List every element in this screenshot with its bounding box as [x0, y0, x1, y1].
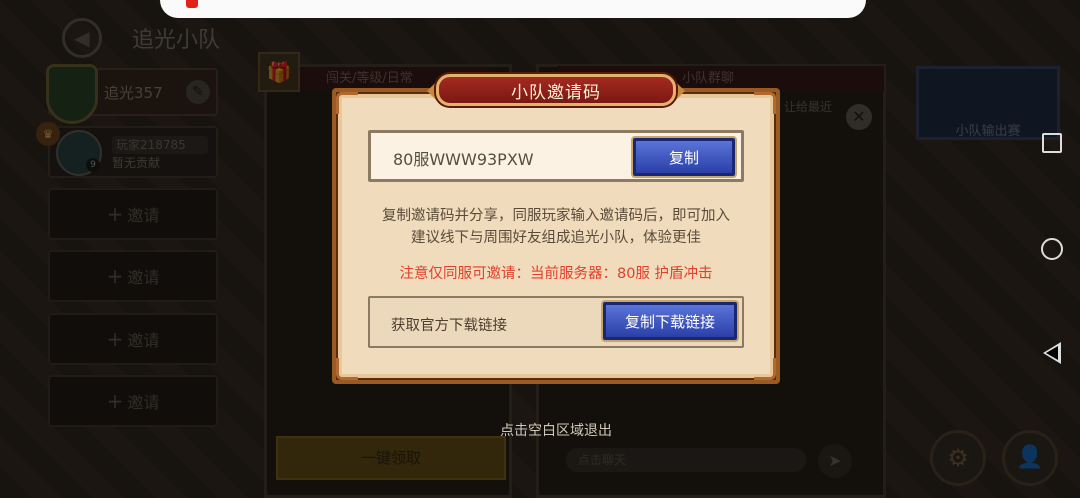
back-button[interactable]: ◀ — [62, 18, 102, 58]
team-name: 追光357 — [104, 84, 163, 102]
member-name: 玩家218785 — [112, 136, 208, 154]
invite-code: 80服WWW93PXW — [393, 150, 534, 169]
invite-slot[interactable]: + 邀请 — [48, 313, 218, 365]
gear-icon[interactable]: ⚙ — [930, 430, 986, 486]
add-friend-icon[interactable]: 👤 — [1002, 430, 1058, 486]
back-arrow-icon: ◀ — [74, 26, 90, 50]
description-line: 复制邀请码并分享，同服玩家输入邀请码后，即可加入 — [382, 208, 730, 224]
chat-notice: 让给最近 — [784, 100, 833, 114]
send-icon[interactable]: ➤ — [818, 444, 852, 478]
notification-app-icon — [186, 0, 198, 8]
corner-ornament — [336, 358, 358, 380]
description-line: 建议线下与周围好友组成追光小队，体验更佳 — [411, 230, 701, 246]
boss-label: 小队输出赛 — [955, 124, 1021, 139]
claim-all-button[interactable]: 一键领取 — [276, 436, 506, 480]
invite-slot[interactable]: + 邀请 — [48, 375, 218, 427]
notification-banner[interactable] — [160, 0, 866, 18]
recents-icon[interactable] — [1042, 133, 1062, 153]
captain-badge-icon: ♛ — [36, 122, 60, 146]
home-icon[interactable] — [1041, 238, 1063, 260]
corner-ornament — [754, 92, 776, 114]
download-link-label: 获取官方下载链接 — [391, 318, 507, 334]
page-title: 追光小队 — [132, 28, 221, 53]
copy-download-link-button[interactable]: 复制下载链接 — [603, 302, 737, 340]
exit-hint: 点击空白区域退出 — [500, 423, 612, 439]
plus-icon: + — [106, 264, 124, 288]
corner-ornament — [336, 92, 358, 114]
back-nav-icon[interactable] — [1043, 342, 1061, 364]
plus-icon: + — [106, 202, 124, 226]
invite-slot[interactable]: + 邀请 — [48, 250, 218, 302]
edit-icon[interactable]: ✎ — [186, 80, 210, 104]
dialog-title: 小队邀请码 — [511, 82, 601, 103]
server-warning: 注意仅同服可邀请：当前服务器：80服 护盾冲击 — [399, 266, 713, 282]
plus-icon: + — [106, 327, 124, 351]
chat-input[interactable]: 点击聊天 — [566, 448, 806, 472]
member-contribution: 暂无贡献 — [112, 156, 161, 170]
member-level: 9 — [86, 158, 100, 172]
dialog-title-bar: 小队邀请码 — [436, 74, 676, 106]
copy-button[interactable]: 复制 — [633, 138, 735, 176]
plus-icon: + — [106, 389, 124, 413]
invite-slot[interactable]: + 邀请 — [48, 188, 218, 240]
leaf-shield-icon — [46, 64, 98, 124]
gift-icon: 🎁 — [258, 52, 300, 92]
close-icon[interactable]: ✕ — [846, 104, 872, 130]
corner-ornament — [754, 358, 776, 380]
